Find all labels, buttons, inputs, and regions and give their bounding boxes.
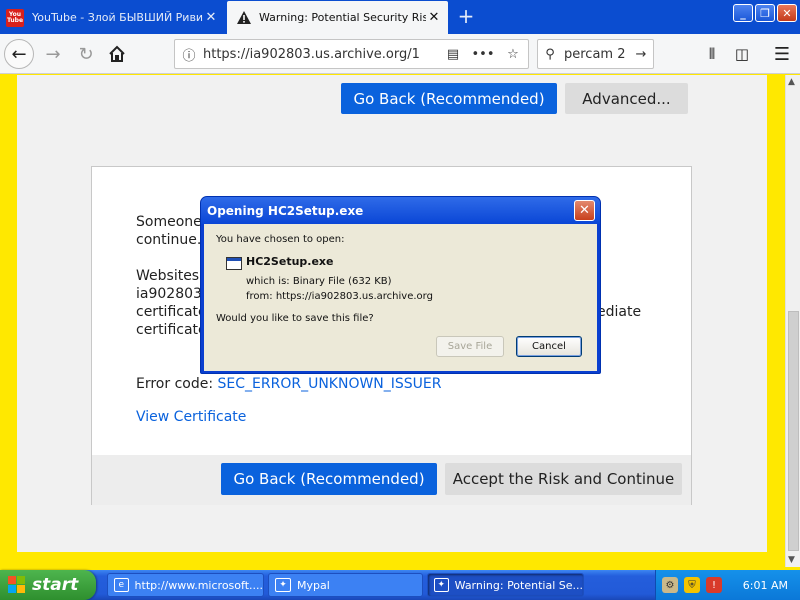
dialog-body: You have chosen to open: HC2Setup.exe wh…: [204, 224, 597, 371]
taskbar-item-ie[interactable]: e http://www.microsoft....: [107, 573, 264, 597]
dialog-titlebar[interactable]: Opening HC2Setup.exe ✕: [201, 197, 600, 224]
tab-youtube[interactable]: You Tube YouTube - Злой БЫВШИЙ Риви Х ✕: [0, 2, 225, 33]
save-file-button[interactable]: Save File: [436, 336, 504, 357]
maximize-button[interactable]: ❐: [755, 4, 775, 22]
panel-text: certificate: [136, 322, 207, 338]
advanced-button[interactable]: Advanced...: [565, 83, 688, 114]
taskbar-item-warning[interactable]: ✦ Warning: Potential Se...: [427, 573, 584, 597]
close-window-button[interactable]: ✕: [777, 4, 797, 22]
page-actions-icon[interactable]: •••: [468, 47, 498, 62]
mypal-icon: ✦: [275, 578, 291, 592]
tab-label: Warning: Potential Security Risk Ah: [259, 11, 426, 24]
taskbar-item-label: Mypal: [297, 578, 330, 592]
navigation-toolbar: ← → ↻ ⓘ https://ia902803.us.archive.org/…: [0, 34, 800, 74]
back-icon[interactable]: ←: [4, 39, 34, 69]
youtube-icon: You Tube: [6, 8, 24, 27]
panel-text: Someone: [136, 214, 202, 230]
minimize-button[interactable]: _: [733, 4, 753, 22]
sidebar-icon[interactable]: ◫: [727, 39, 757, 69]
scroll-up-icon[interactable]: ▲: [788, 77, 795, 87]
forward-icon[interactable]: →: [38, 39, 68, 69]
start-label: start: [32, 575, 79, 595]
panel-footer: Go Back (Recommended) Accept the Risk an…: [92, 455, 691, 505]
mypal-icon: ✦: [434, 578, 449, 592]
security-alert-icon[interactable]: !: [706, 577, 722, 593]
error-code: Error code: SEC_ERROR_UNKNOWN_ISSUER: [136, 375, 442, 393]
new-tab-button[interactable]: +: [455, 4, 477, 28]
search-icon: ⚲: [545, 46, 555, 62]
dialog-question: Would you like to save this file?: [216, 313, 374, 324]
reload-icon[interactable]: ↻: [71, 39, 101, 69]
library-icon[interactable]: ⫴: [697, 39, 727, 69]
download-dialog: Opening HC2Setup.exe ✕ You have chosen t…: [200, 196, 601, 374]
menu-icon[interactable]: ☰: [767, 39, 797, 69]
home-icon[interactable]: [102, 39, 132, 69]
reader-icon[interactable]: ▤: [438, 47, 468, 62]
scroll-thumb[interactable]: [788, 311, 799, 551]
search-value[interactable]: percam 2: [562, 47, 629, 62]
go-back-button[interactable]: Go Back (Recommended): [221, 463, 437, 495]
file-type: which is: Binary File (632 KB): [246, 276, 392, 287]
accept-risk-button[interactable]: Accept the Risk and Continue: [445, 463, 682, 495]
panel-text: continue.: [136, 232, 202, 248]
clock: 6:01 AM: [742, 578, 788, 592]
network-icon[interactable]: ⚙: [662, 577, 678, 593]
url-text[interactable]: https://ia902803.us.archive.org/1: [203, 47, 438, 62]
info-icon[interactable]: ⓘ: [175, 45, 203, 64]
cancel-button[interactable]: Cancel: [516, 336, 582, 357]
executable-file-icon: [226, 257, 242, 270]
url-bar[interactable]: ⓘ https://ia902803.us.archive.org/1 ▤ ••…: [174, 39, 529, 69]
dialog-title: Opening HC2Setup.exe: [207, 203, 364, 218]
taskbar-item-label: Warning: Potential Se...: [454, 578, 583, 592]
panel-text: ia902803.: [136, 286, 207, 302]
file-source: from: https://ia902803.us.archive.org: [246, 291, 433, 302]
view-certificate-link[interactable]: View Certificate: [136, 408, 246, 426]
panel-text: ediate: [597, 304, 642, 320]
go-back-button[interactable]: Go Back (Recommended): [341, 83, 557, 114]
tab-label: YouTube - Злой БЫВШИЙ Риви Х: [32, 11, 203, 24]
system-tray: ⚙ ⛨ ! 6:01 AM: [655, 570, 800, 600]
taskbar-item-mypal[interactable]: ✦ Mypal: [268, 573, 423, 597]
tab-security-warning[interactable]: Warning: Potential Security Risk Ah ✕: [227, 1, 448, 34]
close-tab-icon[interactable]: ✕: [203, 10, 219, 25]
bookmark-star-icon[interactable]: ☆: [498, 47, 528, 62]
dialog-close-button[interactable]: ✕: [574, 200, 595, 221]
go-arrow-icon[interactable]: →: [629, 47, 653, 62]
warning-icon: [237, 11, 251, 24]
internet-explorer-icon: e: [114, 578, 129, 592]
search-field[interactable]: ⚲ percam 2 →: [537, 39, 654, 69]
taskbar-item-label: http://www.microsoft....: [134, 578, 263, 592]
error-code-link[interactable]: SEC_ERROR_UNKNOWN_ISSUER: [218, 376, 442, 392]
close-tab-icon[interactable]: ✕: [426, 10, 442, 25]
dialog-intro: You have chosen to open:: [216, 234, 345, 245]
tab-strip: You Tube YouTube - Злой БЫВШИЙ Риви Х ✕ W…: [0, 0, 800, 34]
start-button[interactable]: start: [0, 570, 96, 600]
scroll-down-icon[interactable]: ▼: [788, 555, 795, 565]
file-name: HC2Setup.exe: [246, 255, 334, 268]
panel-text: certificate: [136, 304, 207, 320]
taskbar: start e http://www.microsoft.... ✦ Mypal…: [0, 570, 800, 600]
windows-logo-icon: [8, 576, 26, 594]
error-code-label: Error code:: [136, 376, 214, 392]
shield-icon[interactable]: ⛨: [684, 577, 700, 593]
panel-text: Websites: [136, 268, 200, 284]
vertical-scrollbar[interactable]: ▲ ▼: [785, 75, 800, 567]
